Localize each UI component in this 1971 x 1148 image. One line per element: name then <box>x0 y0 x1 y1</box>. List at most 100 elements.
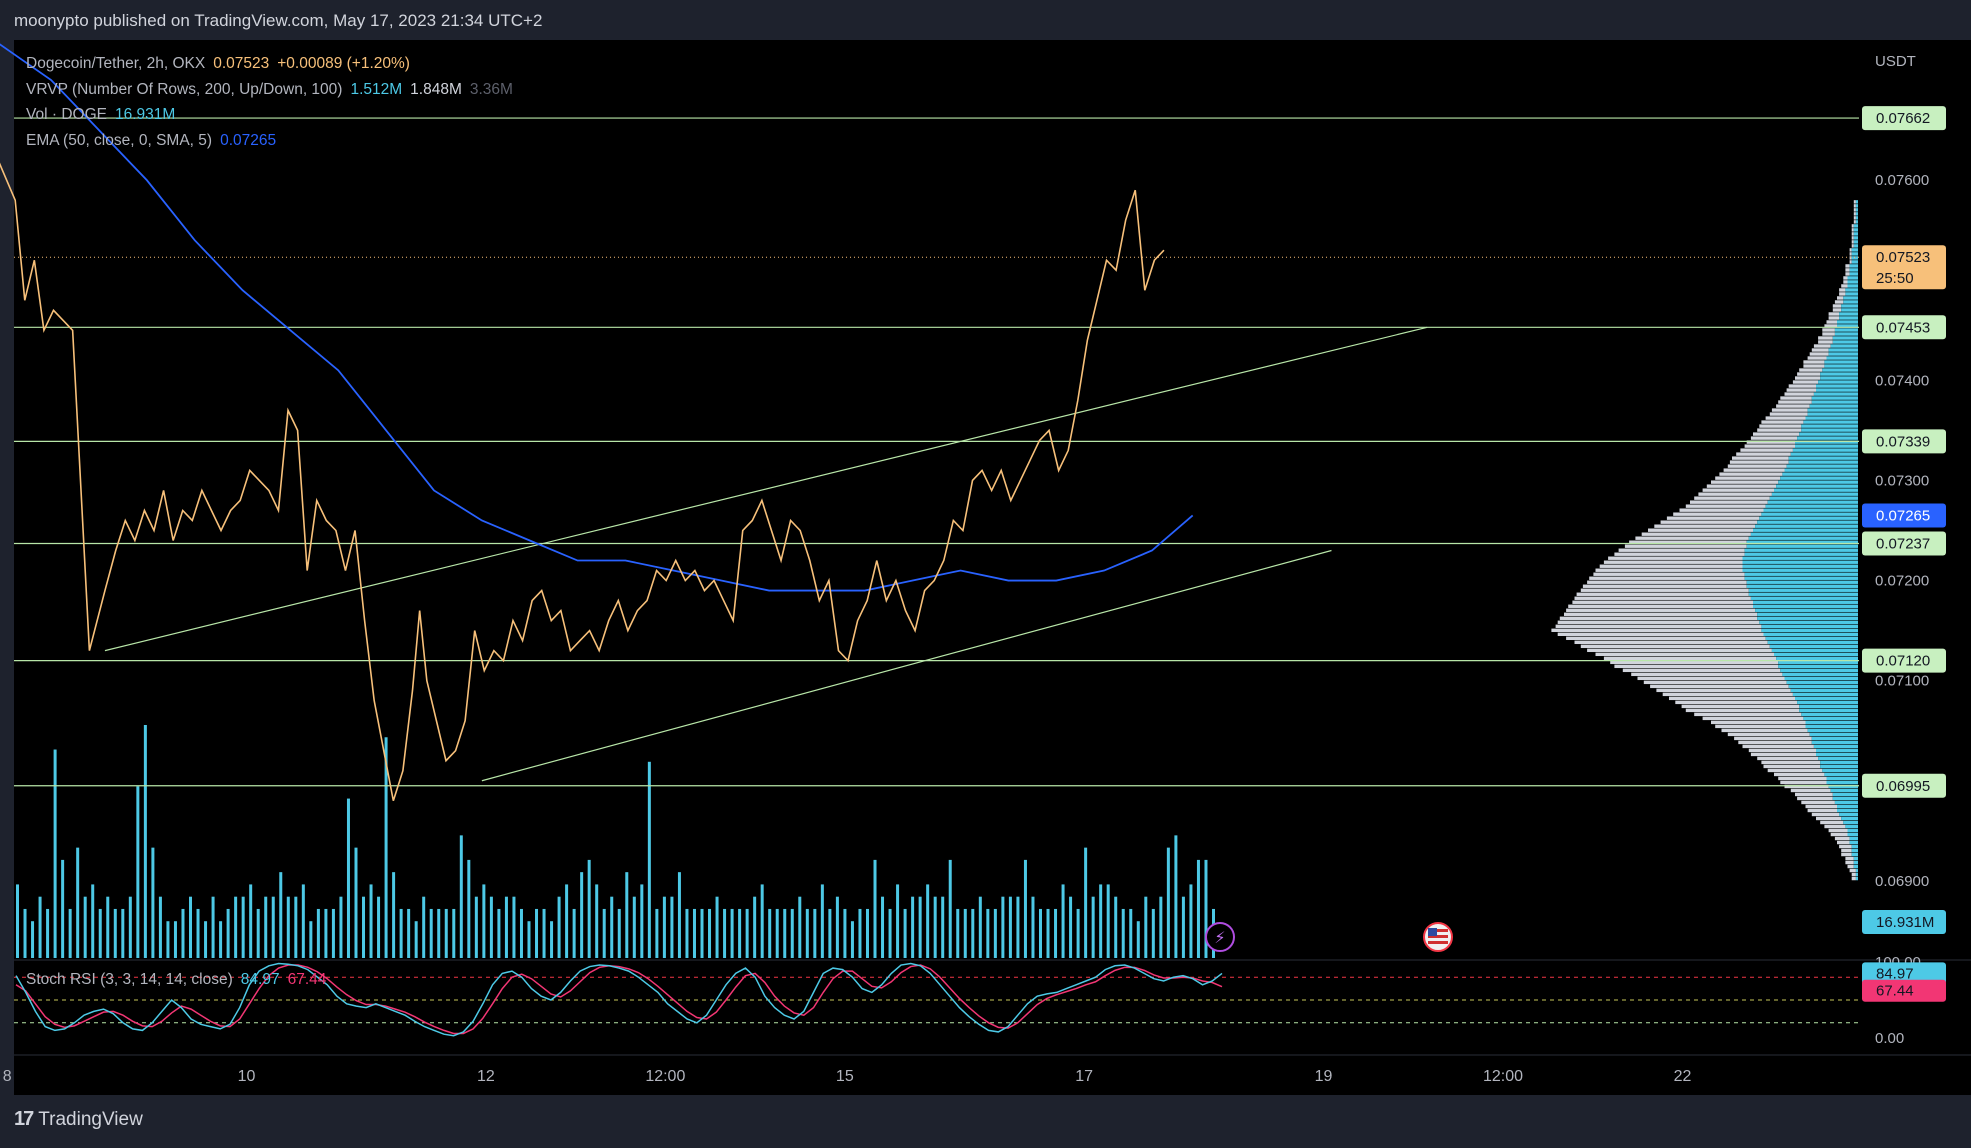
volume-bar <box>1008 896 1012 958</box>
legend-vrvp-line[interactable]: VRVP (Number Of Rows, 200, Up/Down, 100)… <box>26 81 521 99</box>
vp-down-bar <box>1851 876 1856 881</box>
volume-bar <box>1114 896 1118 958</box>
vp-down-bar <box>1608 556 1743 560</box>
legend-vol-line[interactable]: Vol · DOGE 16.931M <box>26 106 183 124</box>
volume-bar <box>903 908 907 958</box>
last-price-badge-label: 0.07523 <box>1876 249 1930 266</box>
footer-logo[interactable]: 17 TradingView <box>14 1108 143 1131</box>
vp-up-bar <box>1855 876 1858 881</box>
vp-up-bar <box>1776 656 1858 661</box>
vp-down-bar <box>1603 656 1777 661</box>
vp-up-bar <box>1822 768 1858 773</box>
stoch-legend[interactable]: Stoch RSI (3, 3, 14, 14, close) 84.97 67.4… <box>26 971 334 989</box>
vp-down-bar <box>1851 232 1854 236</box>
legend-symbol-line[interactable]: Dogecoin/Tether, 2h, OKX 0.07523 +0.00089 … <box>26 55 418 73</box>
vp-up-bar <box>1753 528 1858 532</box>
vp-down-bar <box>1839 844 1852 849</box>
vp-up-bar <box>1826 780 1858 785</box>
vp-up-bar <box>1790 688 1858 693</box>
level-badge-label: 0.07453 <box>1876 319 1930 336</box>
vp-up-bar <box>1774 652 1858 657</box>
footer-brand: TradingView <box>38 1108 143 1130</box>
vp-up-bar <box>1813 392 1858 396</box>
us-flag-event-icon[interactable] <box>1423 922 1453 952</box>
vp-up-bar <box>1832 336 1858 340</box>
vp-up-bar <box>1843 820 1858 825</box>
volume-bar <box>429 908 433 958</box>
vp-up-bar <box>1855 208 1858 212</box>
vp-down-bar <box>1568 604 1753 608</box>
vp-up-bar <box>1828 348 1858 352</box>
vp-down-bar <box>1841 852 1852 857</box>
vp-up-bar <box>1801 424 1858 428</box>
volume-bar <box>519 908 523 958</box>
vp-down-bar <box>1589 576 1745 580</box>
vp-down-bar <box>1694 496 1770 500</box>
volume-bar <box>106 896 110 958</box>
volume-bar <box>452 908 456 958</box>
vp-up-bar <box>1847 284 1858 288</box>
vp-down-bar <box>1853 200 1856 204</box>
volume-bar <box>346 798 350 958</box>
vp-up-bar <box>1853 860 1858 865</box>
vp-down-bar <box>1727 464 1787 468</box>
vp-up-bar <box>1847 828 1858 833</box>
vp-up-bar <box>1742 568 1858 572</box>
vp-up-bar <box>1855 212 1858 216</box>
volume-bar <box>873 859 877 958</box>
volume-bar <box>896 884 900 958</box>
volume-bar <box>986 908 990 958</box>
volume-bar <box>610 896 614 958</box>
vp-up-bar <box>1853 244 1858 248</box>
vp-up-bar <box>1765 504 1858 508</box>
volume-bar <box>685 908 689 958</box>
vp-down-bar <box>1851 244 1854 248</box>
volume-bar <box>963 908 967 958</box>
level-badge-label: 0.07237 <box>1876 536 1930 553</box>
volume-bar <box>948 859 952 958</box>
vp-down-bar <box>1721 728 1808 733</box>
vp-up-bar <box>1811 740 1858 745</box>
svg-text:⚡: ⚡ <box>1214 928 1225 947</box>
volume-bar <box>504 896 508 958</box>
vp-up-bar <box>1834 332 1858 336</box>
level-badge-label: 0.07662 <box>1876 110 1930 127</box>
flash-event-icon[interactable]: ⚡ <box>1205 922 1235 952</box>
vp-down-bar <box>1662 692 1793 697</box>
vp-down-bar <box>1795 792 1833 797</box>
vp-down-bar <box>1641 532 1751 536</box>
legend-ema-line[interactable]: EMA (50, close, 0, SMA, 5) 0.07265 <box>26 132 284 150</box>
vp-up-bar <box>1780 476 1858 480</box>
vp-up-bar <box>1841 816 1858 821</box>
vp-down-bar <box>1729 460 1789 464</box>
vp-up-bar <box>1753 604 1858 608</box>
vp-up-bar <box>1748 592 1858 596</box>
volume-bar <box>331 908 335 958</box>
volume-bar <box>978 896 982 958</box>
vp-down-bar <box>1822 328 1835 332</box>
vp-up-bar <box>1803 716 1858 721</box>
price-tick-label: 0.07100 <box>1875 673 1929 690</box>
vp-down-bar <box>1574 596 1751 600</box>
volume-bar <box>723 908 727 958</box>
time-tick-label: 8 <box>3 1068 12 1085</box>
vp-up-bar <box>1837 808 1858 813</box>
volume-bar <box>542 908 546 958</box>
vp-down-bar <box>1807 356 1827 360</box>
volume-bar <box>53 749 57 958</box>
volume-bar <box>1189 884 1193 958</box>
vp-down-bar <box>1778 400 1812 404</box>
vp-up-bar <box>1801 428 1858 432</box>
vp-down-bar <box>1837 840 1850 845</box>
time-tick-label: 19 <box>1315 1068 1333 1085</box>
vp-down-bar <box>1765 416 1806 420</box>
vp-up-bar <box>1763 632 1858 637</box>
vp-down-bar <box>1824 824 1846 829</box>
vp-down-bar <box>1742 744 1814 749</box>
vp-down-bar <box>1555 624 1762 628</box>
volume-bar <box>918 896 922 958</box>
time-tick-label: 12:00 <box>645 1068 685 1085</box>
vp-up-bar <box>1782 472 1858 476</box>
volume-bar <box>226 908 230 958</box>
volume-bar <box>512 896 516 958</box>
